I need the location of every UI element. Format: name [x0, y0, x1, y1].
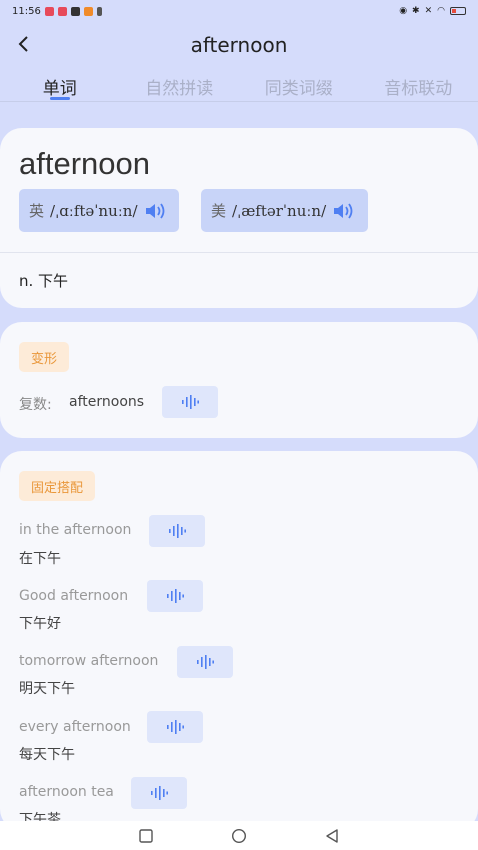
uk-label: 英	[29, 202, 45, 220]
bluetooth-icon: ✱	[412, 6, 420, 16]
collocation-chinese: 在下午	[19, 551, 61, 567]
forms-tag: 变形	[19, 342, 70, 372]
tab-word[interactable]: 单词	[0, 68, 120, 101]
notification-app-icon	[44, 6, 54, 16]
uk-pronunciation-button[interactable]: 英 /ˌɑːftəˈnuːn/	[19, 189, 179, 232]
audio-wave-icon	[169, 524, 186, 538]
play-audio-button[interactable]	[162, 386, 218, 418]
play-audio-button[interactable]	[131, 777, 187, 809]
us-label: 美	[211, 202, 227, 220]
status-right: ◉ ✱ ✕ ◠	[399, 6, 466, 16]
status-left: 11:56	[12, 6, 102, 17]
notification-app-icon	[70, 6, 80, 16]
eye-icon: ◉	[399, 6, 408, 16]
play-audio-button[interactable]	[149, 515, 205, 547]
collocation-english: tomorrow afternoon	[19, 653, 159, 669]
definition: n. 下午	[19, 272, 69, 290]
collocations-card: 固定搭配 in the afternoon 在下午 Good afternoon…	[0, 451, 478, 831]
collocations-tag: 固定搭配	[19, 471, 96, 501]
headword: afternoon	[19, 146, 150, 181]
nav-back-button[interactable]	[322, 826, 342, 846]
status-bar: 11:56 ◉ ✱ ✕ ◠	[0, 0, 478, 22]
word-card: afternoon 英 /ˌɑːftəˈnuːn/ 美 /ˌæftərˈnuːn…	[0, 128, 478, 308]
uk-ipa: /ˌɑːftəˈnuːn/	[50, 201, 138, 220]
notification-app-icon	[83, 6, 93, 16]
audio-wave-icon	[182, 395, 199, 409]
home-button[interactable]	[229, 826, 249, 846]
play-audio-button[interactable]	[177, 646, 233, 678]
notification-app-icon	[57, 6, 67, 16]
audio-wave-icon	[197, 655, 214, 669]
notification-app-icon	[96, 6, 102, 16]
collocation-english: afternoon tea	[19, 784, 114, 800]
recent-apps-button[interactable]	[136, 826, 156, 846]
page-title: afternoon	[190, 33, 288, 57]
us-ipa: /ˌæftərˈnuːn/	[232, 201, 327, 220]
collocation-english: in the afternoon	[19, 522, 132, 538]
home-icon	[231, 828, 246, 843]
app-header: afternoon	[0, 22, 478, 68]
play-audio-button[interactable]	[147, 711, 203, 743]
battery-icon	[450, 7, 466, 15]
collocation-english: Good afternoon	[19, 588, 129, 604]
mute-icon: ✕	[424, 6, 433, 16]
audio-wave-icon	[151, 786, 168, 800]
audio-wave-icon	[167, 589, 184, 603]
tab-affixes[interactable]: 同类词缀	[239, 68, 359, 101]
status-time: 11:56	[12, 5, 41, 17]
recent-apps-icon	[139, 828, 154, 843]
tab-phonetics[interactable]: 音标联动	[359, 68, 478, 101]
back-triangle-icon	[325, 828, 338, 843]
audio-wave-icon	[167, 720, 184, 734]
collocation-chinese: 每天下午	[19, 747, 75, 763]
wifi-icon: ◠	[437, 6, 445, 16]
collocation-english: every afternoon	[19, 719, 131, 735]
system-nav-bar	[0, 821, 478, 850]
chevron-left-icon	[18, 36, 28, 52]
collocation-chinese: 下午好	[19, 616, 61, 632]
plural-word: afternoons	[69, 394, 145, 410]
play-audio-button[interactable]	[147, 580, 203, 612]
speaker-icon	[334, 202, 353, 219]
plural-label: 复数:	[19, 397, 52, 413]
forms-card: 变形 复数: afternoons	[0, 322, 478, 438]
collocation-chinese: 明天下午	[19, 681, 75, 697]
speaker-icon	[145, 202, 164, 219]
tab-phonics[interactable]: 自然拼读	[120, 68, 240, 101]
back-button[interactable]	[10, 30, 38, 58]
us-pronunciation-button[interactable]: 美 /ˌæftərˈnuːn/	[201, 189, 368, 232]
divider	[0, 252, 478, 253]
tab-bar: 单词 自然拼读 同类词缀 音标联动	[0, 68, 478, 102]
